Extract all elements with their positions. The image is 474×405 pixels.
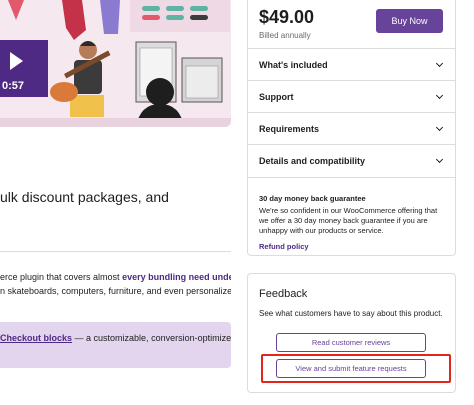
guarantee-title: 30 day money back guarantee — [259, 194, 366, 203]
feedback-subtitle: See what customers have to say about thi… — [259, 309, 443, 318]
accordion-label: What's included — [259, 60, 328, 70]
accordion-label: Support — [259, 92, 294, 102]
accordion-requirements[interactable]: Requirements — [248, 112, 455, 144]
refund-policy-link[interactable]: Refund policy — [259, 242, 309, 251]
accordion-label: Requirements — [259, 124, 320, 134]
guarantee-body: We're so confident in our WooCommerce of… — [259, 206, 438, 235]
money-back-guarantee: 30 day money back guarantee We're so con… — [248, 177, 455, 256]
billing-period: Billed annually — [259, 31, 311, 40]
description-highlight: every bundling need under the — [122, 272, 231, 282]
product-video-thumbnail[interactable]: 0:57 — [0, 40, 48, 97]
read-customer-reviews-button[interactable]: Read customer reviews — [276, 333, 426, 352]
chevron-down-icon — [435, 155, 444, 164]
buy-now-button[interactable]: Buy Now — [376, 9, 443, 33]
play-icon[interactable] — [10, 52, 23, 70]
description-text: erce plugin that covers almost — [0, 272, 123, 282]
checkout-callout: Checkout blocks — a customizable, conver… — [0, 322, 231, 368]
chevron-down-icon — [435, 59, 444, 68]
product-page: 0:57 ulk discount packages, and erce plu… — [0, 0, 474, 405]
submit-feature-requests-button[interactable]: View and submit feature requests — [276, 359, 426, 378]
accordion-support[interactable]: Support — [248, 80, 455, 112]
feedback-card: Feedback See what customers have to say … — [247, 273, 456, 393]
accordion-label: Details and compatibility — [259, 156, 366, 166]
accordion-whats-included[interactable]: What's included — [248, 48, 455, 80]
chevron-down-icon — [435, 91, 444, 100]
accordion-details-compatibility[interactable]: Details and compatibility — [248, 144, 455, 176]
product-teaser-text: ulk discount packages, and — [0, 187, 169, 207]
description-line: n skateboards, computers, furniture, and… — [0, 286, 231, 296]
description-line: erce plugin that covers almost every bun… — [0, 270, 231, 284]
pricing-card: $49.00 Billed annually Buy Now What's in… — [247, 0, 456, 256]
video-duration: 0:57 — [2, 80, 25, 92]
product-price: $49.00 — [259, 7, 315, 27]
section-divider — [0, 251, 231, 252]
product-description: erce plugin that covers almost every bun… — [0, 270, 231, 298]
chevron-down-icon — [435, 123, 444, 132]
callout-text: — a customizable, conversion-optimized — [72, 333, 231, 343]
teaser-line: ulk discount packages, and — [0, 189, 169, 205]
checkout-blocks-link[interactable]: Checkout blocks — [0, 333, 72, 343]
feedback-title: Feedback — [259, 288, 308, 300]
